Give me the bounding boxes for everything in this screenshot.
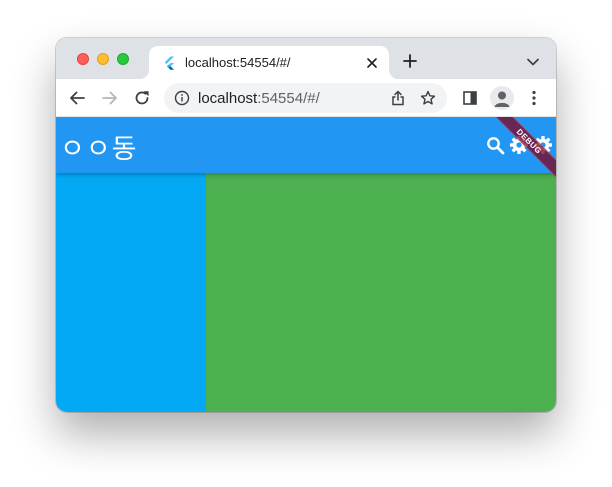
share-icon[interactable] bbox=[388, 88, 408, 108]
browser-toolbar: localhost:54554/#/ bbox=[56, 79, 556, 117]
more-vert-icon[interactable] bbox=[523, 87, 545, 109]
flutter-icon bbox=[164, 56, 174, 70]
url-host: localhost bbox=[198, 90, 258, 107]
reload-icon[interactable] bbox=[131, 87, 153, 109]
info-icon[interactable] bbox=[174, 90, 190, 106]
tab-title: localhost:54554/#/ bbox=[185, 55, 291, 70]
close-window-button[interactable] bbox=[77, 53, 89, 65]
profile-icon[interactable] bbox=[490, 86, 514, 110]
chevron-down-icon[interactable] bbox=[525, 54, 541, 70]
new-tab-icon[interactable] bbox=[401, 52, 419, 70]
right-panel bbox=[206, 173, 556, 412]
browser-tab[interactable]: localhost:54554/#/ bbox=[139, 46, 399, 79]
app-viewport: ㅇㅇ동 DEBUG bbox=[56, 117, 556, 412]
back-arrow-icon[interactable] bbox=[66, 87, 88, 109]
left-panel bbox=[56, 173, 206, 412]
app-bar: ㅇㅇ동 bbox=[56, 117, 556, 173]
browser-window: localhost:54554/#/ localhost:54554/#/ ㅇㅇ… bbox=[56, 38, 556, 412]
page-title: ㅇㅇ동 bbox=[60, 134, 138, 164]
maximize-window-button[interactable] bbox=[117, 53, 129, 65]
tab-strip: localhost:54554/#/ bbox=[56, 38, 556, 79]
side-panel-icon[interactable] bbox=[459, 87, 481, 109]
forward-arrow-icon[interactable] bbox=[99, 87, 121, 109]
minimize-window-button[interactable] bbox=[97, 53, 109, 65]
address-bar[interactable]: localhost:54554/#/ bbox=[164, 83, 447, 113]
url-text[interactable]: localhost:54554/#/ bbox=[198, 90, 320, 107]
url-path: :54554/#/ bbox=[257, 90, 320, 107]
search-icon[interactable] bbox=[484, 134, 506, 156]
star-icon[interactable] bbox=[418, 88, 438, 108]
close-tab-icon[interactable] bbox=[363, 54, 381, 72]
